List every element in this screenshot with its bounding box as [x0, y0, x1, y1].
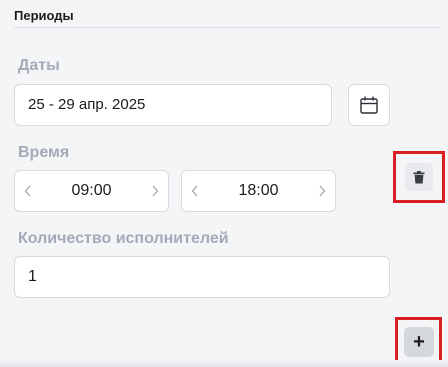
dates-field[interactable]: 25 - 29 апр. 2025 — [14, 84, 332, 126]
dates-label: Даты — [18, 57, 60, 74]
calendar-button[interactable] — [348, 84, 390, 126]
dates-value: 25 - 29 апр. 2025 — [28, 96, 146, 113]
add-period-label: + — [413, 331, 425, 353]
title-divider — [14, 27, 440, 28]
delete-period-button[interactable] — [405, 163, 433, 191]
chevron-left-icon — [24, 185, 31, 197]
trash-icon — [413, 170, 425, 183]
time-label: Время — [18, 144, 70, 161]
periods-title: Периоды — [14, 8, 74, 23]
start-time-stepper[interactable]: 09:00 — [14, 170, 169, 212]
performers-label: Количество исполнителей — [18, 230, 229, 247]
end-time-prev-button[interactable] — [186, 171, 204, 211]
calendar-icon — [360, 96, 378, 114]
start-time-next-button[interactable] — [146, 171, 164, 211]
performers-field[interactable]: 1 — [14, 256, 390, 298]
performers-value: 1 — [28, 268, 37, 285]
start-time-prev-button[interactable] — [19, 171, 37, 211]
chevron-left-icon — [191, 185, 198, 197]
chevron-right-icon — [319, 185, 326, 197]
end-time-next-button[interactable] — [313, 171, 331, 211]
bottom-shadow — [0, 360, 448, 367]
add-period-button[interactable]: + — [404, 327, 434, 357]
chevron-right-icon — [152, 185, 159, 197]
end-time-stepper[interactable]: 18:00 — [181, 170, 336, 212]
